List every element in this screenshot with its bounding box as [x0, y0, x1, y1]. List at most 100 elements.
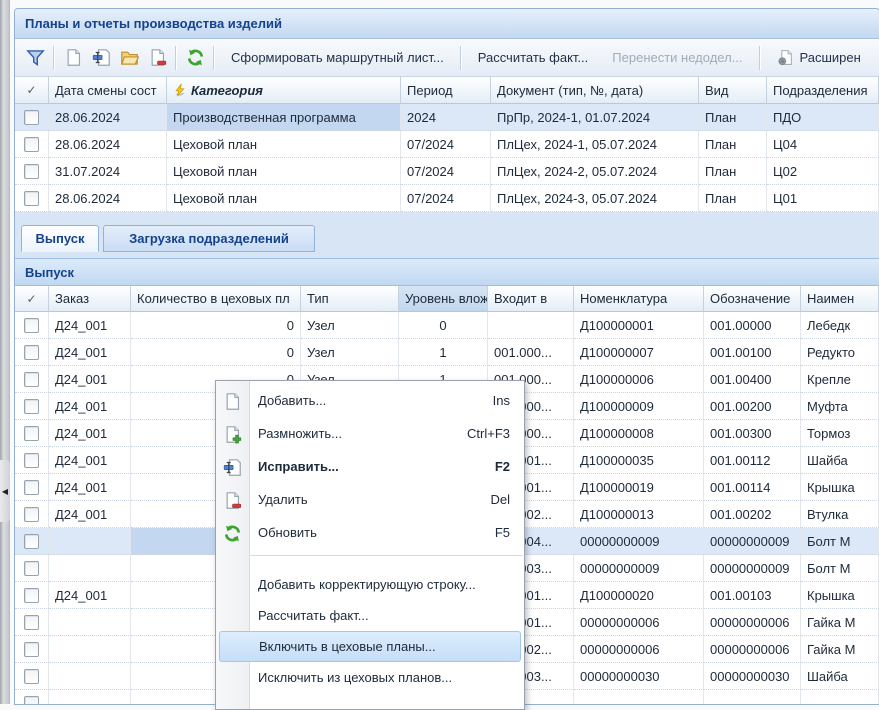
header-check-column[interactable]: ✓: [15, 286, 49, 312]
cell-name[interactable]: Муфта: [801, 393, 879, 420]
cell-order[interactable]: Д24_001: [49, 474, 131, 501]
cell-period[interactable]: 2024: [401, 104, 491, 131]
output-row[interactable]: Д24_001 0 Узел 0 Д100000001 001.00000 Ле…: [15, 312, 879, 339]
header-name[interactable]: Наимен: [801, 286, 879, 312]
row-checkbox[interactable]: [24, 561, 39, 576]
cell-nomenclature[interactable]: Д100000035: [574, 447, 704, 474]
cell-order[interactable]: Д24_001: [49, 339, 131, 366]
cell-nomenclature[interactable]: Д100000009: [574, 393, 704, 420]
cell-nomenclature[interactable]: 00000000009: [574, 528, 704, 555]
cell-name[interactable]: Втулка: [801, 501, 879, 528]
cell-qty[interactable]: 0: [131, 312, 301, 339]
cell-name[interactable]: Шайба: [801, 447, 879, 474]
menu-item-exclude-from-shop-plans[interactable]: Исключить из цеховых планов...: [216, 662, 524, 693]
cell-nomenclature[interactable]: Д100000001: [574, 312, 704, 339]
row-check-cell[interactable]: [15, 104, 49, 131]
cell-period[interactable]: 07/2024: [401, 131, 491, 158]
cell-parent[interactable]: 001.000...: [488, 339, 574, 366]
cell-division[interactable]: Ц02: [767, 158, 879, 185]
left-splitter-rail[interactable]: ◀: [0, 0, 10, 704]
tab-output[interactable]: Выпуск: [21, 225, 99, 252]
cell-designation[interactable]: 00000000006: [704, 636, 801, 663]
cell-document[interactable]: ПлЦех, 2024-1, 05.07.2024: [491, 131, 699, 158]
cell-nomenclature[interactable]: Д100000006: [574, 366, 704, 393]
plans-row-selected[interactable]: 28.06.2024 Производственная программа 20…: [15, 104, 879, 131]
cell-kind[interactable]: План: [699, 131, 767, 158]
row-checkbox[interactable]: [24, 372, 39, 387]
cell-order[interactable]: Д24_001: [49, 447, 131, 474]
cell-name[interactable]: Крышка: [801, 474, 879, 501]
cell-date[interactable]: 28.06.2024: [49, 104, 167, 131]
header-nomenclature[interactable]: Номенклатура: [574, 286, 704, 312]
edit-record-button[interactable]: [87, 44, 115, 72]
cell-kind[interactable]: План: [699, 185, 767, 212]
delete-record-button[interactable]: [143, 44, 171, 72]
cell-order[interactable]: [49, 663, 131, 690]
add-record-button[interactable]: [59, 44, 87, 72]
header-parent[interactable]: Входит в: [488, 286, 574, 312]
cell-order[interactable]: [49, 555, 131, 582]
row-checkbox[interactable]: [24, 642, 39, 657]
header-qty[interactable]: Количество в цеховых пл: [131, 286, 301, 312]
cell-order[interactable]: Д24_001: [49, 420, 131, 447]
cell-nomenclature[interactable]: [574, 690, 704, 705]
cell-order[interactable]: Д24_001: [49, 366, 131, 393]
cell-designation[interactable]: 001.00300: [704, 420, 801, 447]
cell-date[interactable]: 31.07.2024: [49, 158, 167, 185]
cell-designation[interactable]: 00000000006: [704, 609, 801, 636]
menu-item-delete[interactable]: Удалить Del: [216, 483, 524, 516]
cell-division[interactable]: ПДО: [767, 104, 879, 131]
row-checkbox[interactable]: [24, 453, 39, 468]
row-check-cell[interactable]: [15, 609, 49, 636]
cell-category[interactable]: Цеховой план: [167, 131, 401, 158]
cell-category-focused[interactable]: Производственная программа: [167, 104, 401, 131]
row-checkbox[interactable]: [24, 137, 39, 152]
cell-order[interactable]: Д24_001: [49, 312, 131, 339]
cell-type[interactable]: Узел: [301, 312, 399, 339]
menu-item-include-in-shop-plans[interactable]: Включить в цеховые планы...: [219, 631, 521, 662]
cell-name[interactable]: Гайка М: [801, 636, 879, 663]
row-check-cell[interactable]: [15, 339, 49, 366]
menu-item-add[interactable]: Добавить... Ins: [216, 384, 524, 417]
row-check-cell[interactable]: [15, 528, 49, 555]
cell-period[interactable]: 07/2024: [401, 158, 491, 185]
menu-item-edit[interactable]: Исправить... F2: [216, 450, 524, 483]
header-designation[interactable]: Обозначение: [704, 286, 801, 312]
cell-date[interactable]: 28.06.2024: [49, 185, 167, 212]
row-checkbox[interactable]: [24, 615, 39, 630]
menu-item-calculate-fact[interactable]: Рассчитать факт...: [216, 600, 524, 631]
row-checkbox[interactable]: [24, 426, 39, 441]
cell-document[interactable]: ПлЦех, 2024-3, 05.07.2024: [491, 185, 699, 212]
row-checkbox[interactable]: [24, 399, 39, 414]
cell-designation[interactable]: 001.00000: [704, 312, 801, 339]
cell-designation[interactable]: 001.00112: [704, 447, 801, 474]
cell-nomenclature[interactable]: Д100000007: [574, 339, 704, 366]
cell-nomenclature[interactable]: Д100000013: [574, 501, 704, 528]
cell-nomenclature[interactable]: Д100000020: [574, 582, 704, 609]
row-check-cell[interactable]: [15, 393, 49, 420]
menu-item-refresh[interactable]: Обновить F5: [216, 516, 524, 549]
row-checkbox[interactable]: [24, 669, 39, 684]
cell-name[interactable]: Лебедк: [801, 312, 879, 339]
header-order[interactable]: Заказ: [49, 286, 131, 312]
cell-document[interactable]: ПрПр, 2024-1, 01.07.2024: [491, 104, 699, 131]
cell-designation[interactable]: 001.00100: [704, 339, 801, 366]
cell-order[interactable]: [49, 528, 131, 555]
calculate-fact-button[interactable]: Рассчитать факт...: [466, 50, 601, 65]
cell-order[interactable]: [49, 609, 131, 636]
cell-division[interactable]: Ц01: [767, 185, 879, 212]
cell-nomenclature[interactable]: 00000000006: [574, 609, 704, 636]
cell-designation[interactable]: 001.00202: [704, 501, 801, 528]
header-level-sorted[interactable]: Уровень вложен: [399, 286, 488, 312]
cell-kind[interactable]: План: [699, 104, 767, 131]
cell-name[interactable]: Крышка: [801, 582, 879, 609]
header-check-column[interactable]: ✓: [15, 77, 49, 104]
open-button[interactable]: [115, 44, 143, 72]
row-check-cell[interactable]: [15, 185, 49, 212]
header-type[interactable]: Тип: [301, 286, 399, 312]
tab-division-load[interactable]: Загрузка подразделений: [103, 225, 315, 252]
row-check-cell[interactable]: [15, 636, 49, 663]
row-checkbox[interactable]: [24, 164, 39, 179]
row-checkbox[interactable]: [24, 110, 39, 125]
row-check-cell[interactable]: [15, 690, 49, 705]
